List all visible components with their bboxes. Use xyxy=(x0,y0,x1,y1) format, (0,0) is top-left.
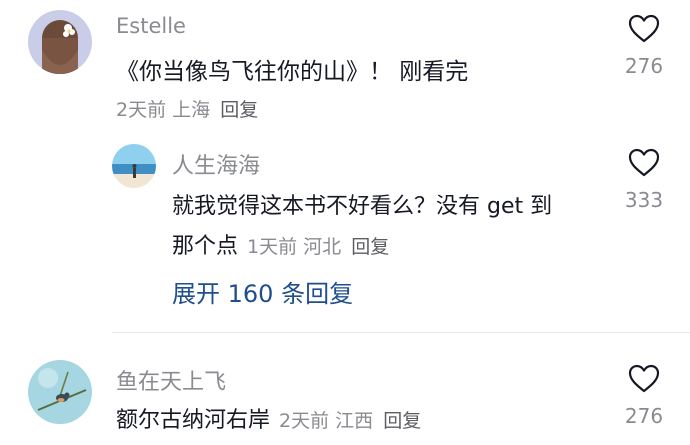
like-count: 276 xyxy=(624,404,664,428)
heart-icon[interactable] xyxy=(628,14,660,44)
avatar[interactable] xyxy=(28,10,92,74)
comment-location: 江西 xyxy=(335,410,374,432)
girl-with-flower-avatar-icon xyxy=(28,10,92,74)
reply-text: 就我觉得这本书不好看么？没有 get 到 xyxy=(172,194,553,219)
comment-meta: 2天前 江西 回复 xyxy=(279,410,421,432)
divider xyxy=(112,332,690,333)
reply-username[interactable]: 人生海海 xyxy=(172,148,260,180)
comment-text: 额尔古纳河右岸 xyxy=(116,408,271,433)
comment-meta: 2天前 上海 回复 xyxy=(116,95,258,122)
reply-button[interactable]: 回复 xyxy=(220,99,258,121)
reply-meta: 1天前 河北 回复 xyxy=(247,236,389,258)
avatar[interactable] xyxy=(112,144,156,188)
comment-item: 鱼在天上飞 额尔古纳河右岸 2天前 江西 回复 276 xyxy=(0,350,690,445)
reply-time: 1天前 xyxy=(247,236,298,258)
beach-avatar-icon xyxy=(112,144,156,188)
comment-text: 《你当像鸟飞往你的山》！ 刚看完 xyxy=(116,59,469,85)
comment-username[interactable]: Estelle xyxy=(116,14,186,38)
bird-on-branch-avatar-icon xyxy=(28,360,92,424)
reply-item: 人生海海 就我觉得这本书不好看么？没有 get 到 那个点 1天前 河北 回复 … xyxy=(0,130,690,260)
avatar[interactable] xyxy=(28,360,92,424)
heart-icon[interactable] xyxy=(628,148,660,178)
comment-text-row: 额尔古纳河右岸 2天前 江西 回复 xyxy=(116,402,421,434)
reply-text-continued: 那个点 1天前 河北 回复 xyxy=(172,228,389,260)
reply-text-line2: 那个点 xyxy=(172,234,239,259)
heart-icon[interactable] xyxy=(628,364,660,394)
comment-time: 2天前 xyxy=(116,99,167,121)
like-count: 276 xyxy=(624,54,664,78)
comment-item: Estelle 《你当像鸟飞往你的山》！ 刚看完 2天前 上海 回复 276 xyxy=(0,0,690,130)
comment-location: 上海 xyxy=(172,99,211,121)
expand-replies-button[interactable]: 展开 160 条回复 xyxy=(172,274,353,309)
like-count: 333 xyxy=(624,188,664,212)
reply-button[interactable]: 回复 xyxy=(351,236,389,258)
reply-location: 河北 xyxy=(303,236,342,258)
comment-time: 2天前 xyxy=(279,410,330,432)
reply-button[interactable]: 回复 xyxy=(383,410,421,432)
comment-username[interactable]: 鱼在天上飞 xyxy=(116,364,226,396)
